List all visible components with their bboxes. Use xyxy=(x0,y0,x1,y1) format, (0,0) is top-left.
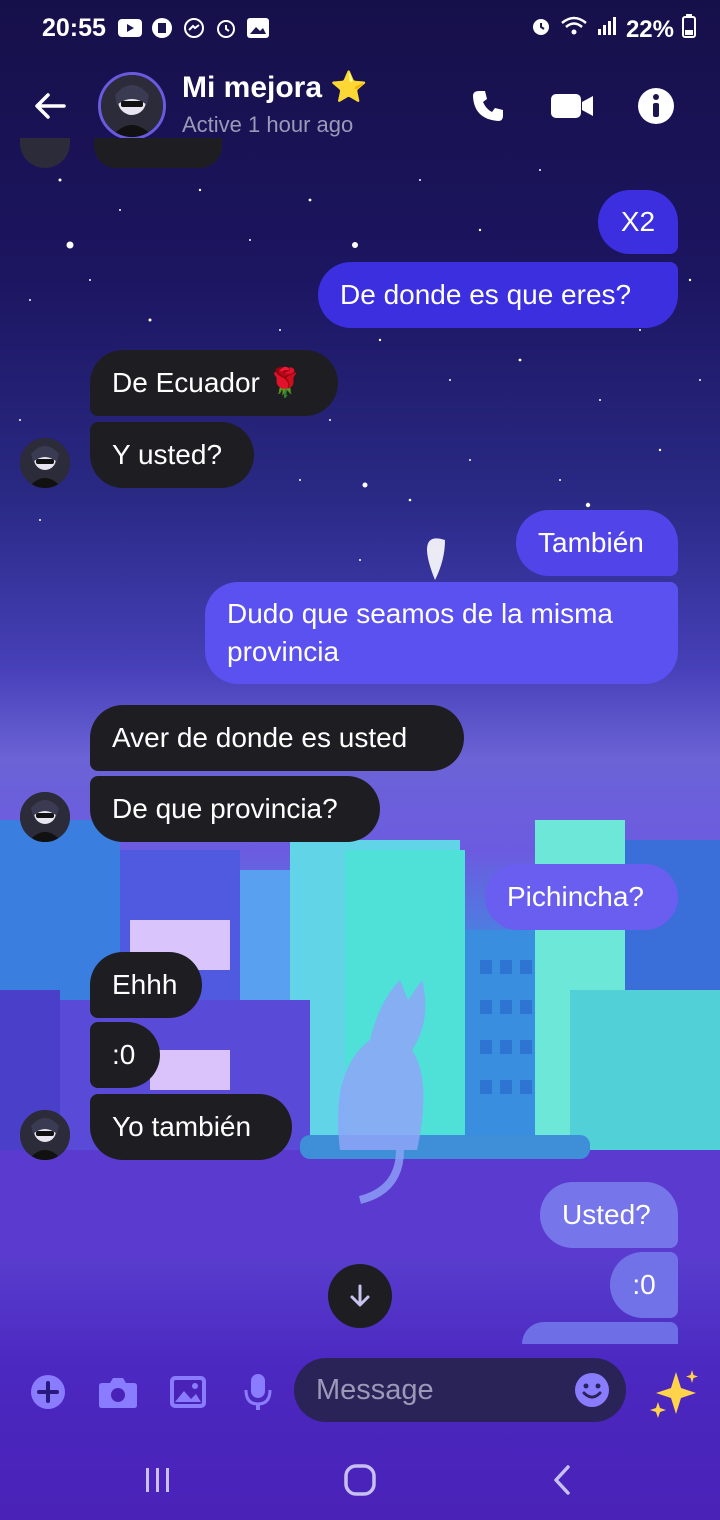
phone-icon[interactable] xyxy=(466,84,510,128)
status-time: 20:55 xyxy=(42,14,106,42)
message-bubble-received[interactable]: De que provincia? xyxy=(90,776,380,842)
home-icon[interactable] xyxy=(340,1460,380,1500)
contact-avatar[interactable] xyxy=(98,72,166,140)
camera-icon[interactable] xyxy=(96,1370,140,1414)
message-bubble-sent[interactable]: Dudo que seamos de la misma provincia xyxy=(205,582,678,684)
gallery-icon[interactable] xyxy=(166,1370,210,1414)
message-bubble-sent[interactable]: Usted? xyxy=(540,1182,678,1248)
app-icon xyxy=(150,16,174,40)
alarm-icon xyxy=(214,16,238,40)
message-bubble-received[interactable]: Yo también xyxy=(90,1094,292,1160)
status-bar: 20:55 22% xyxy=(0,0,720,56)
message-bubble-sent[interactable]: X2 xyxy=(598,190,678,254)
chat-header: Mi mejora ⭐ Active 1 hour ago xyxy=(0,62,720,150)
battery-text: 22% xyxy=(625,15,674,43)
message-bubble-sent[interactable]: :0 xyxy=(610,1252,678,1318)
message-bubble-sent[interactable]: También xyxy=(516,510,678,576)
avatar[interactable] xyxy=(20,792,70,842)
arrow-down-icon xyxy=(350,1284,370,1307)
gallery-icon xyxy=(246,16,270,40)
youtube-icon xyxy=(118,16,142,40)
system-status: 22% xyxy=(530,14,696,45)
system-nav-bar xyxy=(0,1440,720,1520)
recent-apps-icon[interactable] xyxy=(138,1460,178,1500)
wifi-icon xyxy=(560,15,588,44)
sparkles-icon[interactable] xyxy=(646,1366,702,1422)
message-bubble-received[interactable]: Ehhh xyxy=(90,952,202,1018)
message-bubble-sent[interactable]: Pichincha? xyxy=(485,864,678,930)
chat-screen: 20:55 22% Mi mejora ⭐ Active 1 hour ago … xyxy=(0,0,720,1520)
add-icon[interactable] xyxy=(26,1370,70,1414)
nav-back-icon[interactable] xyxy=(542,1460,582,1500)
info-icon[interactable] xyxy=(634,84,678,128)
contact-name[interactable]: Mi mejora ⭐ xyxy=(182,70,368,105)
messenger-icon xyxy=(182,16,206,40)
message-bubble-received[interactable]: Y usted? xyxy=(90,422,254,488)
alarm-icon xyxy=(530,15,552,44)
message-bubble-received[interactable]: De Ecuador 🌹 xyxy=(90,350,338,416)
microphone-icon[interactable] xyxy=(236,1370,280,1414)
message-composer xyxy=(0,1350,720,1434)
contact-status: Active 1 hour ago xyxy=(182,112,354,137)
message-bubble-received[interactable]: Aver de donde es usted xyxy=(90,705,464,771)
message-bubble-received[interactable]: :0 xyxy=(90,1022,160,1088)
emoji-icon[interactable] xyxy=(574,1372,610,1408)
message-bubble-sent[interactable]: De donde es que eres? xyxy=(318,262,678,328)
back-arrow-icon[interactable] xyxy=(30,86,70,126)
signal-icon xyxy=(596,15,618,44)
battery-icon xyxy=(682,14,696,45)
message-bubble-partial xyxy=(522,1322,678,1344)
notification-icons xyxy=(118,16,270,40)
avatar[interactable] xyxy=(20,1110,70,1160)
scroll-to-bottom-button[interactable] xyxy=(328,1264,392,1328)
message-bubble-partial xyxy=(94,138,222,168)
video-call-icon[interactable] xyxy=(550,84,594,128)
avatar[interactable] xyxy=(20,438,70,488)
